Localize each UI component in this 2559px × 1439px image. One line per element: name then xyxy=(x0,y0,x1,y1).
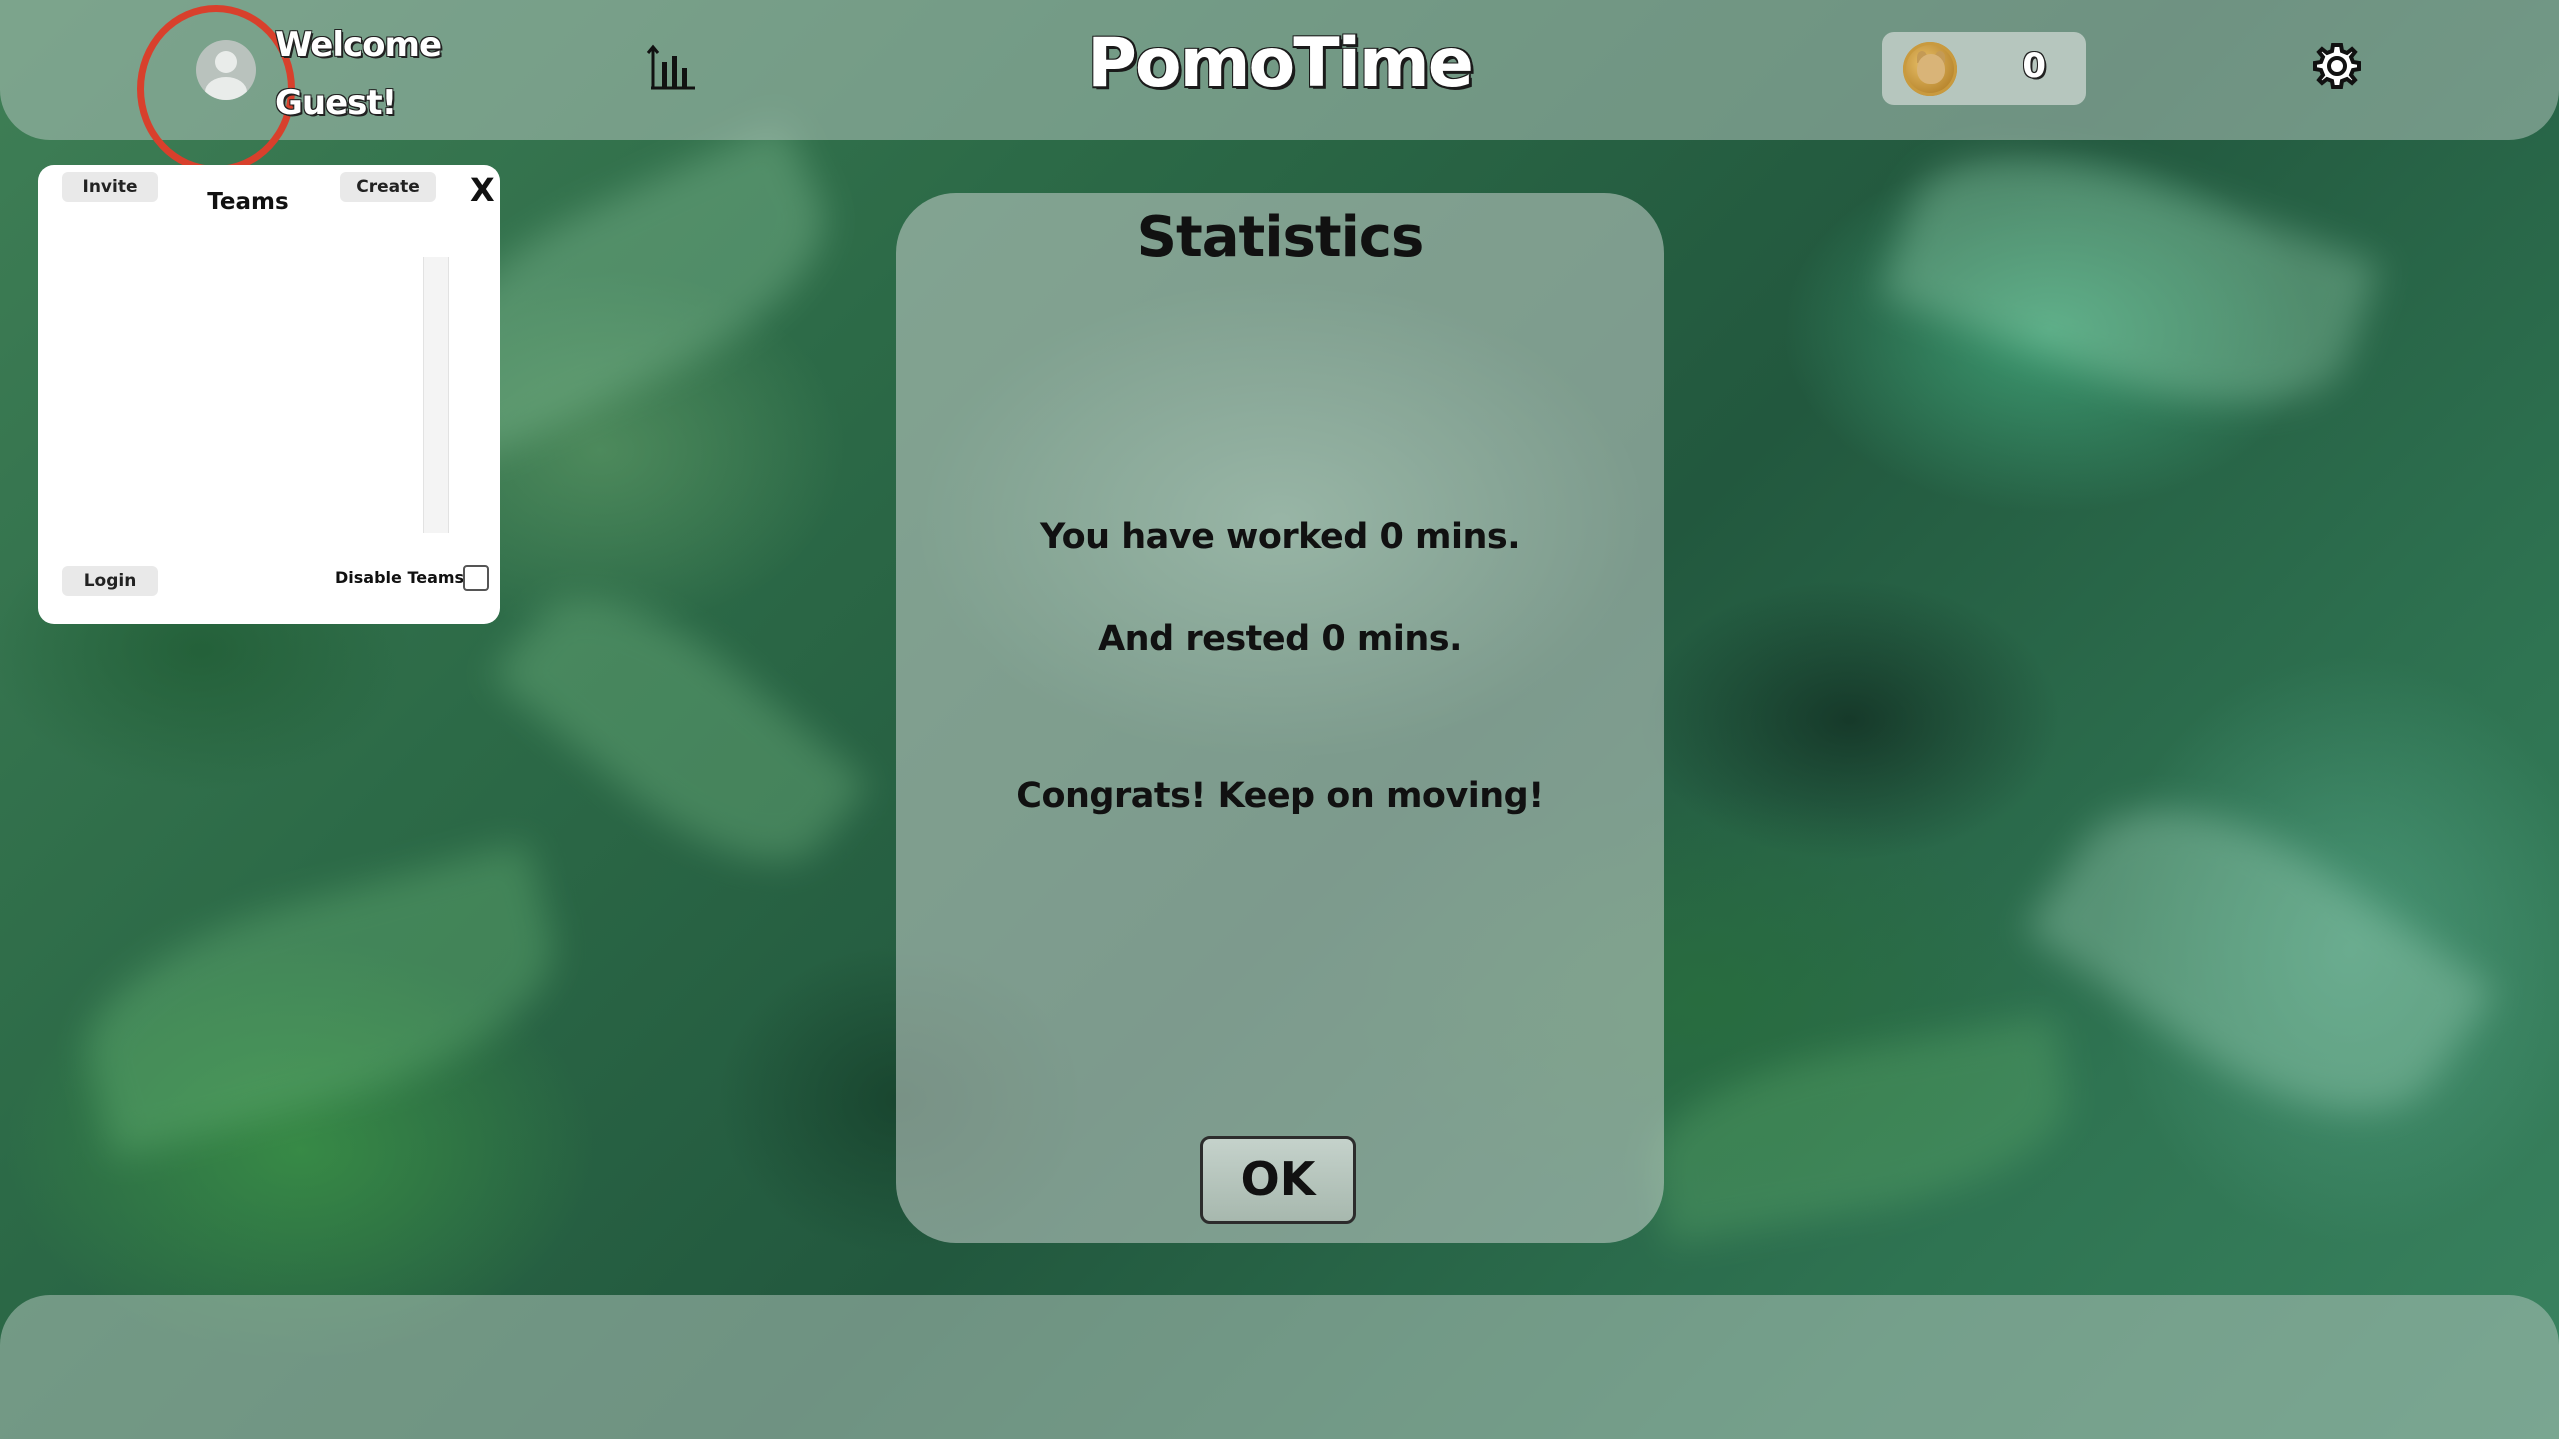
disable-teams-label: Disable Teams xyxy=(335,568,465,587)
login-button[interactable]: Login xyxy=(62,566,158,596)
background-leaf xyxy=(62,841,578,1159)
welcome-line-1: Welcome xyxy=(275,25,442,65)
coin-face xyxy=(1917,54,1945,84)
app-title: PomoTime xyxy=(1087,24,1474,103)
coin-count: 0 xyxy=(2022,46,2046,86)
background-leaf xyxy=(2024,749,2496,1171)
congrats-text: Congrats! Keep on moving! xyxy=(1016,776,1544,816)
avatar-body xyxy=(205,77,247,100)
welcome-message: Welcome Guest! xyxy=(275,16,442,132)
welcome-line-2: Guest! xyxy=(275,83,397,123)
ok-button[interactable]: OK xyxy=(1200,1136,1356,1224)
statistics-title: Statistics xyxy=(1136,205,1425,270)
bottom-bar xyxy=(0,1295,2559,1439)
user-avatar-icon[interactable] xyxy=(196,40,256,100)
close-button[interactable]: X xyxy=(470,171,495,209)
worked-text: You have worked 0 mins. xyxy=(1039,517,1521,557)
statistics-card: Statistics You have worked 0 mins. And r… xyxy=(896,193,1664,1243)
disable-teams-checkbox[interactable] xyxy=(463,565,489,591)
bar-chart-icon[interactable] xyxy=(645,42,697,94)
gear-icon[interactable] xyxy=(2310,39,2364,93)
doge-coin-icon xyxy=(1903,42,1957,96)
avatar-head xyxy=(215,51,237,73)
teams-list-scrollbar[interactable] xyxy=(423,257,449,533)
background-leaf xyxy=(1639,1014,2081,1246)
background-leaf xyxy=(1879,107,2381,453)
coin-balance[interactable]: 0 xyxy=(1882,32,2086,105)
background-leaf xyxy=(490,553,870,907)
teams-panel: Invite Create Teams X Login Disable Team… xyxy=(38,165,500,624)
rested-text: And rested 0 mins. xyxy=(1098,619,1462,659)
top-bar: Welcome Guest! PomoTime 0 xyxy=(0,0,2559,173)
teams-title: Teams xyxy=(207,189,289,215)
